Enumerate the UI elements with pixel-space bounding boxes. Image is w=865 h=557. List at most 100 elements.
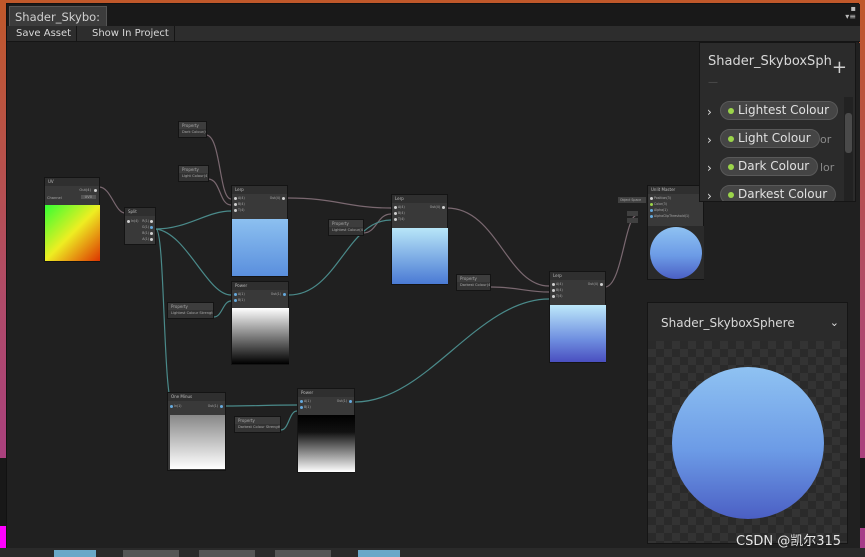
property-value: Darkest Colour(4)	[460, 283, 490, 287]
property-node-dark[interactable]: Property Dark Colour(4)	[178, 121, 207, 138]
taskbar-app-icon[interactable]	[54, 550, 96, 557]
wire-split-lerp1-t	[155, 210, 232, 230]
property-title: Property	[457, 275, 490, 282]
lerp-b-port[interactable]	[234, 203, 237, 206]
show-in-project-button[interactable]: Show In Project	[87, 26, 175, 42]
lerp-a-port[interactable]	[394, 206, 397, 209]
alpha-value-field[interactable]	[627, 211, 638, 216]
lerp-node-2[interactable]: Lerp A(4) B(4) T(4) Out(4)	[391, 194, 448, 285]
window-menu-icon[interactable]: ▪ ▾≡	[845, 5, 856, 21]
master-position-port[interactable]	[650, 197, 653, 200]
property-value: Lightest Colour Strength(1)	[171, 311, 213, 315]
scrollbar-thumb[interactable]	[845, 113, 852, 153]
split-node-title: Split	[125, 208, 155, 216]
taskbar-app-icon[interactable]	[199, 550, 255, 557]
property-pill[interactable]: Light Colour	[720, 129, 820, 148]
property-dot-icon	[728, 192, 734, 198]
uv-channel-dropdown[interactable]: UV0	[80, 195, 96, 199]
chevron-down-icon[interactable]: ⌄	[830, 316, 839, 329]
property-dot-icon	[728, 136, 734, 142]
property-title: Property	[179, 166, 208, 173]
power-title: Power	[232, 282, 288, 290]
chevron-right-icon[interactable]: ›	[707, 105, 712, 119]
blackboard-panel: Shader_SkyboxSph — + › Lightest Colour ›…	[699, 42, 856, 202]
vertex-position-field[interactable]: Object Space	[618, 197, 646, 203]
property-node-lightest-strength[interactable]: Property Lightest Colour Strength(1)	[167, 302, 214, 319]
property-pill-label: Dark Colour	[738, 159, 810, 173]
clip-value-field[interactable]	[627, 218, 638, 223]
window-tab[interactable]: Shader_Skybo:	[9, 6, 107, 26]
blackboard-property-row[interactable]: › Lightest Colour	[700, 99, 845, 127]
one-minus-out-port[interactable]	[220, 405, 223, 408]
main-preview-viewport[interactable]	[648, 341, 847, 543]
split-g-port[interactable]	[150, 226, 153, 229]
lerp-b-port[interactable]	[552, 289, 555, 292]
power-node-1[interactable]: Power A(1) B(1) Out(1)	[231, 281, 289, 365]
split-a-port[interactable]	[150, 238, 153, 241]
lerp-t-port[interactable]	[394, 218, 397, 221]
property-pill[interactable]: Darkest Colour	[720, 185, 837, 201]
split-node[interactable]: Split In(4) R(1) G(1) B(1) A(1)	[124, 207, 156, 245]
power-a-port[interactable]	[234, 293, 237, 296]
power-b-port[interactable]	[234, 299, 237, 302]
lerp-b-label: B(4)	[238, 202, 245, 206]
blackboard-scrollbar[interactable]	[844, 97, 853, 201]
chevron-right-icon[interactable]: ›	[707, 133, 712, 147]
property-node-light[interactable]: Property Light Colour(4)	[178, 165, 209, 182]
lerp-node-1[interactable]: Lerp A(4) B(4) T(4) Out(4)	[231, 185, 288, 277]
property-node-darkest[interactable]: Property Darkest Colour(4)	[456, 274, 491, 291]
save-asset-button[interactable]: Save Asset	[11, 26, 78, 42]
power-a-port[interactable]	[300, 400, 303, 403]
power-out-port[interactable]	[349, 400, 352, 403]
add-property-button[interactable]: +	[832, 59, 847, 77]
one-minus-in-port[interactable]	[170, 405, 173, 408]
lerp-b-label: B(4)	[398, 211, 405, 215]
lerp-b-label: B(4)	[556, 288, 563, 292]
one-minus-node[interactable]: One Minus In(1) Out(1)	[167, 392, 226, 471]
main-preview-panel: Shader_SkyboxSphere ⌄	[647, 302, 848, 544]
blackboard-property-row[interactable]: › Darkest Colour	[700, 183, 845, 201]
split-b-port[interactable]	[150, 232, 153, 235]
lerp-a-label: A(4)	[556, 282, 563, 286]
power-b-port[interactable]	[300, 406, 303, 409]
lerp-b-port[interactable]	[394, 212, 397, 215]
lerp-out-port[interactable]	[282, 197, 285, 200]
property-pill[interactable]: Lightest Colour	[720, 101, 839, 120]
lerp-t-port[interactable]	[552, 295, 555, 298]
shader-graph-window: Shader_Skybo: ▪ ▾≡ Save Asset Show In Pro…	[6, 3, 860, 549]
lerp-out-port[interactable]	[442, 206, 445, 209]
taskbar-app-icon[interactable]	[123, 550, 179, 557]
unlit-master-node[interactable]: Unlit Master Position(3) Color(3) Alpha(…	[647, 185, 704, 280]
power-out-port[interactable]	[283, 293, 286, 296]
lerp-out-label: Out(4)	[269, 196, 280, 200]
property-pill[interactable]: Dark Colour	[720, 157, 819, 176]
lerp-t-port[interactable]	[234, 209, 237, 212]
taskbar-app-icon[interactable]	[275, 550, 331, 557]
master-clip-port[interactable]	[650, 215, 653, 218]
master-alpha-label: Alpha(1)	[654, 208, 668, 212]
property-node-lightest[interactable]: Property Lightest Colour(4)	[328, 219, 364, 236]
lerp-a-port[interactable]	[552, 283, 555, 286]
power-a-label: A(1)	[304, 399, 311, 403]
taskbar-app-icon[interactable]	[358, 550, 400, 557]
uv-out-port[interactable]	[94, 189, 97, 192]
lerp-out-port[interactable]	[600, 283, 603, 286]
wire-uv-split	[98, 186, 126, 214]
chevron-right-icon[interactable]: ›	[707, 189, 712, 201]
blackboard-property-row[interactable]: › Dark Colour lor	[700, 155, 845, 183]
chevron-right-icon[interactable]: ›	[707, 161, 712, 175]
power-node-2[interactable]: Power A(1) B(1) Out(1)	[297, 388, 355, 473]
master-clip-label: AlphaClipThreshold(1)	[654, 214, 690, 218]
master-alpha-port[interactable]	[650, 209, 653, 212]
lerp-node-3[interactable]: Lerp A(4) B(4) T(4) Out(4)	[549, 271, 606, 363]
one-minus-preview	[170, 415, 225, 469]
lerp-a-port[interactable]	[234, 197, 237, 200]
split-in-port[interactable]	[127, 220, 130, 223]
one-minus-title: One Minus	[168, 393, 225, 401]
blackboard-property-row[interactable]: › Light Colour or	[700, 127, 845, 155]
uv-node[interactable]: UV Out(4) Channel UV0	[44, 177, 100, 262]
master-color-port[interactable]	[650, 203, 653, 206]
split-r-port[interactable]	[150, 220, 153, 223]
property-node-darkest-strength[interactable]: Property Darkest Colour Strength(1)	[234, 416, 281, 433]
one-minus-out-label: Out(1)	[207, 404, 218, 408]
